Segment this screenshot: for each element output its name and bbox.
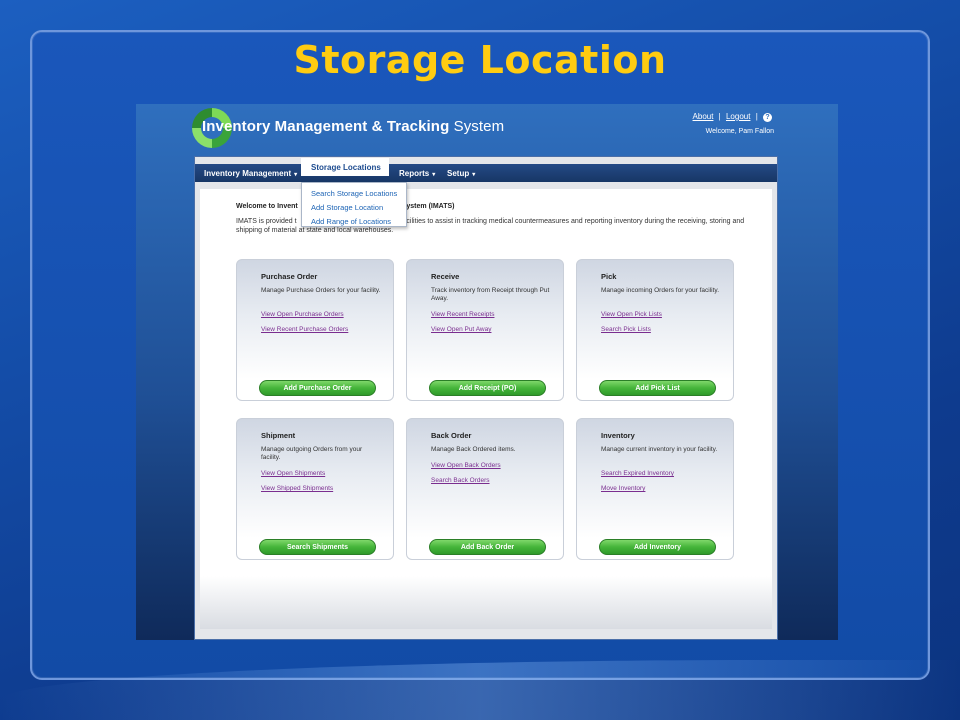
add-receipt-button[interactable]: Add Receipt (PO) — [429, 380, 546, 396]
app-header: Inventory Management & Tracking System A… — [136, 104, 838, 160]
card-description: Track inventory from Receipt through Put… — [431, 287, 550, 302]
card-receive: Receive Track inventory from Receipt thr… — [406, 259, 564, 401]
card-title: Purchase Order — [261, 272, 318, 281]
view-open-put-away-link[interactable]: View Open Put Away — [431, 326, 491, 333]
card-description: Manage Purchase Orders for your facility… — [261, 287, 381, 294]
card-description: Manage incoming Orders for your facility… — [601, 287, 720, 294]
view-recent-purchase-orders-link[interactable]: View Recent Purchase Orders — [261, 326, 348, 333]
about-link[interactable]: About — [693, 112, 714, 121]
intro-text-start: IMATS is provided t — [236, 218, 297, 225]
chevron-down-icon: ▾ — [432, 172, 436, 178]
menu-item-add-storage-location[interactable]: Add Storage Location — [302, 201, 406, 215]
chevron-down-icon: ▾ — [294, 172, 298, 178]
view-open-pick-lists-link[interactable]: View Open Pick Lists — [601, 311, 662, 318]
view-open-back-orders-link[interactable]: View Open Back Orders — [431, 462, 501, 469]
card-title: Pick — [601, 272, 617, 281]
search-shipments-button[interactable]: Search Shipments — [259, 539, 376, 555]
card-title: Shipment — [261, 431, 296, 440]
app-frame: Inventory Management ▾ Reports ▾ Setup ▾ St… — [194, 156, 778, 640]
add-inventory-button[interactable]: Add Inventory — [599, 539, 716, 555]
search-pick-lists-link[interactable]: Search Pick Lists — [601, 326, 651, 333]
card-title: Receive — [431, 272, 460, 281]
card-description: Manage Back Ordered items. — [431, 446, 516, 453]
card-description: Manage current inventory in your facilit… — [601, 446, 718, 453]
menu-item-search-storage-locations[interactable]: Search Storage Locations — [302, 187, 406, 201]
nav-reports-label: Reports — [399, 169, 430, 178]
menu-item-add-range-of-locations[interactable]: Add Range of Locations — [302, 215, 406, 229]
nav-reports[interactable]: Reports ▾ — [399, 169, 435, 178]
view-recent-receipts-link[interactable]: View Recent Receipts — [431, 311, 494, 318]
search-expired-inventory-link[interactable]: Search Expired Inventory — [601, 470, 674, 477]
nav-inventory-management[interactable]: Inventory Management ▾ — [204, 169, 297, 178]
app-screenshot: Inventory Management & Tracking System A… — [136, 104, 838, 640]
add-pick-list-button[interactable]: Add Pick List — [599, 380, 716, 396]
view-shipped-shipments-link[interactable]: View Shipped Shipments — [261, 485, 333, 492]
add-purchase-order-button[interactable]: Add Purchase Order — [259, 380, 376, 396]
card-description: Manage outgoing Orders from your facilit… — [261, 446, 363, 461]
app-title-bold: Inventory Management & Tracking — [202, 118, 450, 135]
link-separator: | — [755, 112, 758, 121]
card-title: Inventory — [601, 431, 635, 440]
nav-setup-label: Setup — [447, 169, 470, 178]
nav-setup[interactable]: Setup ▾ — [447, 169, 475, 178]
top-links: About | Logout | ? — [690, 112, 772, 122]
link-separator: | — [718, 112, 721, 121]
view-open-shipments-link[interactable]: View Open Shipments — [261, 470, 325, 477]
card-shipment: Shipment Manage outgoing Orders from you… — [236, 418, 394, 560]
slide-title: Storage Location — [293, 38, 667, 82]
card-pick: Pick Manage incoming Orders for your fac… — [576, 259, 734, 401]
welcome-user: Welcome, Pam Fallon — [705, 128, 774, 135]
nav-storage-locations[interactable]: Storage Locations — [301, 158, 389, 176]
card-title: Back Order — [431, 431, 472, 440]
main-content: Welcome to Invent System (IMATS) IMATS is… — [200, 189, 772, 629]
main-navbar: Inventory Management ▾ Reports ▾ Setup ▾ — [195, 164, 777, 182]
nav-inventory-management-label: Inventory Management — [204, 169, 292, 178]
view-open-purchase-orders-link[interactable]: View Open Purchase Orders — [261, 311, 344, 318]
move-inventory-link[interactable]: Move Inventory — [601, 485, 645, 492]
card-back-order: Back Order Manage Back Ordered items. Vi… — [406, 418, 564, 560]
card-purchase-order: Purchase Order Manage Purchase Orders fo… — [236, 259, 394, 401]
search-back-orders-link[interactable]: Search Back Orders — [431, 477, 490, 484]
card-inventory: Inventory Manage current inventory in yo… — [576, 418, 734, 560]
help-icon[interactable]: ? — [763, 113, 772, 122]
welcome-heading-start: Welcome to Invent — [236, 203, 298, 210]
app-title: Inventory Management & Tracking System — [202, 118, 504, 135]
app-title-light: System — [449, 118, 505, 135]
chevron-down-icon: ▾ — [472, 172, 476, 178]
logout-link[interactable]: Logout — [726, 112, 750, 121]
add-back-order-button[interactable]: Add Back Order — [429, 539, 546, 555]
welcome-heading-end: System (IMATS) — [401, 203, 455, 210]
storage-locations-dropdown: Search Storage Locations Add Storage Loc… — [301, 182, 407, 227]
